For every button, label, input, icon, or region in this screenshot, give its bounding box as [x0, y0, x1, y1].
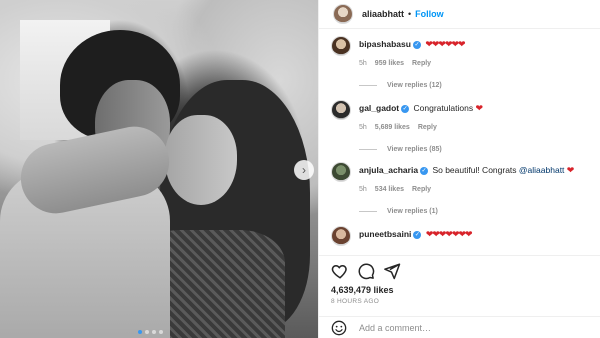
- comment-text: So beautiful! Congrats: [432, 165, 519, 175]
- post-timestamp[interactable]: 8 HOURS AGO: [331, 298, 379, 305]
- share-icon[interactable]: [383, 262, 401, 280]
- view-replies-button[interactable]: View replies (12): [359, 82, 442, 89]
- view-replies-label: View replies (12): [387, 82, 442, 89]
- commenter-avatar[interactable]: [331, 100, 351, 120]
- reply-button[interactable]: Reply: [412, 60, 431, 67]
- comment-body: puneetbsaini ✓ ❤❤❤❤❤❤❤: [359, 228, 599, 240]
- commenter-avatar[interactable]: [331, 162, 351, 182]
- mention-link[interactable]: @aliaabhatt: [519, 165, 565, 175]
- comment-meta: 5h 5,689 likes Reply: [359, 124, 437, 131]
- heart-emojis: ❤❤❤❤❤❤: [425, 39, 465, 49]
- add-comment-bar: [319, 316, 600, 338]
- view-replies-label: View replies (85): [387, 146, 442, 153]
- replies-divider: [359, 149, 377, 150]
- photo-woman-face: [165, 115, 237, 205]
- comment-time: 5h: [359, 124, 367, 131]
- replies-divider: [359, 211, 377, 212]
- carousel-dot: [159, 330, 163, 334]
- comment-likes[interactable]: 534 likes: [375, 186, 404, 193]
- heart-emojis: ❤: [475, 103, 482, 113]
- comment-meta: 5h 534 likes Reply: [359, 186, 431, 193]
- reply-button[interactable]: Reply: [412, 186, 431, 193]
- author-avatar[interactable]: [333, 4, 353, 24]
- commenter-avatar[interactable]: [331, 36, 351, 56]
- verified-badge-icon: ✓: [413, 230, 422, 239]
- post-actions: 4,639,479 likes 8 HOURS AGO: [319, 255, 600, 305]
- reply-button[interactable]: Reply: [418, 124, 437, 131]
- comment-likes[interactable]: 959 likes: [375, 60, 404, 67]
- likes-count[interactable]: 4,639,479 likes: [331, 285, 394, 295]
- carousel-dot: [152, 330, 156, 334]
- post-header: aliaabhatt • Follow: [319, 0, 600, 29]
- comment-meta: 5h 959 likes Reply: [359, 60, 431, 67]
- author-username[interactable]: aliaabhatt: [362, 9, 404, 19]
- commenter-username[interactable]: gal_gadot: [359, 103, 399, 113]
- comments-list[interactable]: bipashabasu ✓ ❤❤❤❤❤❤ 5h 959 likes Reply V…: [319, 30, 600, 250]
- comment-body: anjula_acharia ✓ So beautiful! Congrats @…: [359, 164, 599, 176]
- comment-body: gal_gadot ✓ Congratulations ❤: [359, 102, 599, 114]
- heart-icon[interactable]: [331, 262, 349, 280]
- carousel-dot: [145, 330, 149, 334]
- verified-badge-icon: ✓: [401, 104, 410, 113]
- carousel-dots: [138, 330, 163, 334]
- post-photo[interactable]: ›: [0, 0, 318, 338]
- commenter-username[interactable]: bipashabasu: [359, 39, 411, 49]
- heart-emojis: ❤: [566, 165, 574, 175]
- commenter-username[interactable]: puneetbsaini: [359, 229, 411, 239]
- comment-icon[interactable]: [357, 262, 375, 280]
- replies-divider: [359, 85, 377, 86]
- follow-button[interactable]: Follow: [415, 9, 444, 19]
- carousel-dot-active: [138, 330, 142, 334]
- verified-badge-icon: ✓: [420, 166, 429, 175]
- commenter-avatar[interactable]: [331, 226, 351, 246]
- comment-body: bipashabasu ✓ ❤❤❤❤❤❤: [359, 38, 599, 50]
- add-comment-input[interactable]: [359, 322, 559, 333]
- comment-likes[interactable]: 5,689 likes: [375, 124, 410, 131]
- comment-time: 5h: [359, 60, 367, 67]
- view-replies-button[interactable]: View replies (1): [359, 208, 438, 215]
- view-replies-label: View replies (1): [387, 208, 438, 215]
- action-icons: [319, 262, 600, 282]
- post-side-panel: aliaabhatt • Follow bipashabasu ✓ ❤❤❤❤❤❤ …: [318, 0, 600, 338]
- commenter-username[interactable]: anjula_acharia: [359, 165, 418, 175]
- next-arrow-icon[interactable]: ›: [294, 160, 314, 180]
- header-separator: •: [408, 9, 412, 19]
- emoji-icon[interactable]: [331, 320, 347, 336]
- comment-time: 5h: [359, 186, 367, 193]
- heart-emojis: ❤❤❤❤❤❤❤: [425, 229, 473, 239]
- view-replies-button[interactable]: View replies (85): [359, 146, 442, 153]
- comment-text: Congratulations: [413, 103, 474, 113]
- verified-badge-icon: ✓: [412, 40, 421, 49]
